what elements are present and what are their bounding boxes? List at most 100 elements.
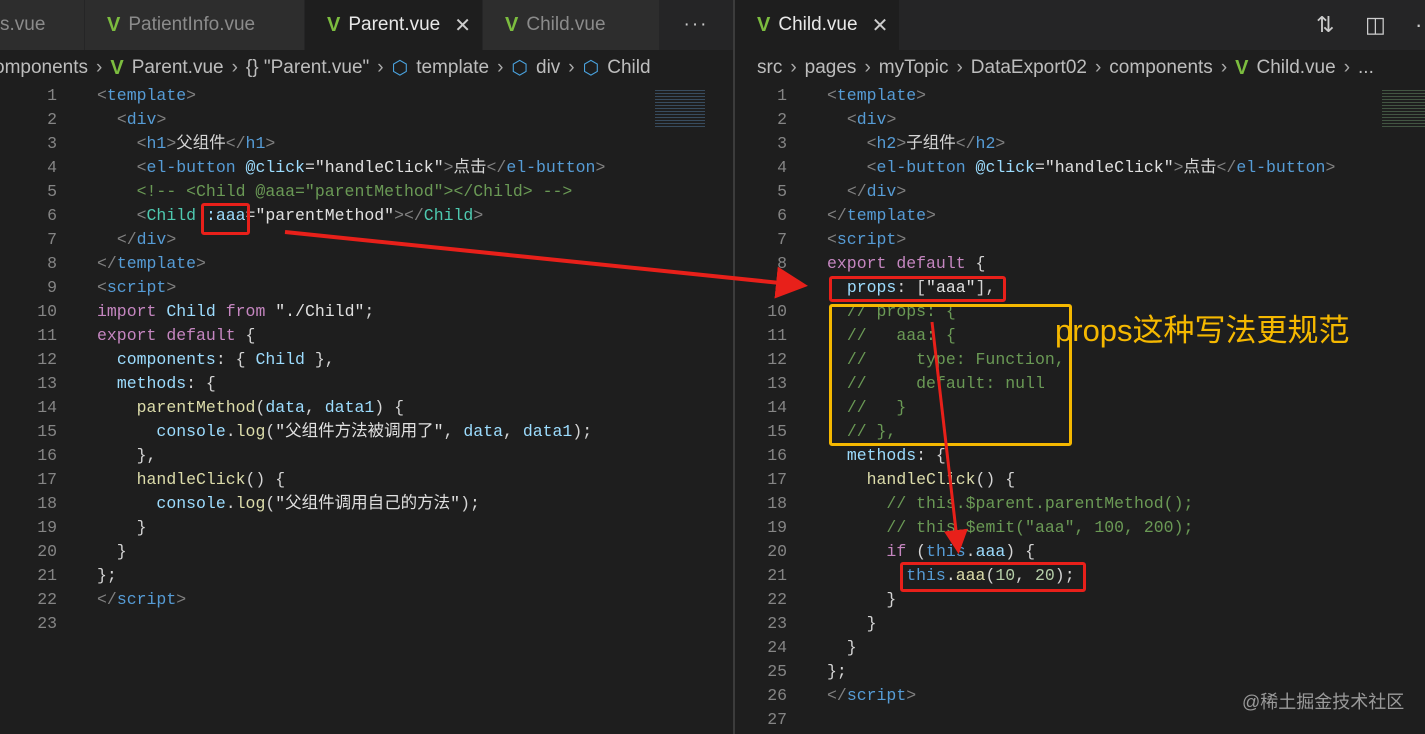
line-number: 1 xyxy=(47,86,57,105)
line-text: <div> xyxy=(97,108,167,132)
line-text: import Child from "./Child"; xyxy=(97,300,374,324)
token: log xyxy=(235,422,266,441)
more-actions-icon[interactable]: ·· xyxy=(1415,12,1425,38)
split-editor-icon[interactable]: ◫ xyxy=(1365,12,1386,38)
token: < xyxy=(846,110,857,129)
token: < xyxy=(827,86,837,105)
line-text: <!-- <Child @aaa="parentMethod"></Child>… xyxy=(97,180,573,204)
code-line: 23 } xyxy=(735,612,1425,636)
tab-child-vue[interactable]: V Child.vue ✕ xyxy=(735,0,900,50)
token: div xyxy=(856,110,887,129)
code-line: 24 } xyxy=(735,636,1425,660)
compare-changes-icon[interactable]: ⇅ xyxy=(1316,12,1334,38)
token: </ xyxy=(116,230,137,249)
token: @click xyxy=(975,158,1035,177)
code-line: 11 export default { xyxy=(0,324,733,348)
token: from xyxy=(225,302,266,321)
token: > xyxy=(896,230,907,249)
line-number: 12 xyxy=(767,350,787,369)
line-number: 3 xyxy=(777,134,787,153)
token: ( xyxy=(265,494,276,513)
line-text: } xyxy=(97,540,127,564)
breadcrumb-item[interactable]: pages xyxy=(805,57,857,79)
line-number: 25 xyxy=(767,662,787,681)
line-number: 22 xyxy=(767,590,787,609)
line-text: handleClick() { xyxy=(827,468,1016,492)
breadcrumb-item[interactable]: src xyxy=(757,57,782,79)
chevron-right-icon: › xyxy=(231,57,238,78)
line-number: 6 xyxy=(47,206,57,225)
close-icon[interactable]: ✕ xyxy=(454,13,471,38)
code-line: 1 <template> xyxy=(0,84,733,108)
breadcrumb-item[interactable]: ... xyxy=(1358,57,1374,79)
token: ></ xyxy=(394,206,424,225)
line-text: <script> xyxy=(97,276,176,300)
breadcrumb: omponents › V Parent.vue › {} "Parent.vue" › ⬡ t… xyxy=(0,50,733,86)
tab-parent-vue[interactable]: V Parent.vue ✕ xyxy=(305,0,483,50)
token: > xyxy=(265,134,276,153)
line-number: 17 xyxy=(37,470,57,489)
code-line: 18 console.log("父组件调用自己的方法"); xyxy=(0,492,733,516)
breadcrumb-item[interactable]: DataExport02 xyxy=(971,57,1087,79)
line-text: <Child :aaa="parentMethod"></Child> xyxy=(97,204,484,228)
token: ) { xyxy=(374,398,404,417)
line-number: 8 xyxy=(47,254,57,273)
minimap[interactable] xyxy=(1382,88,1425,128)
code-line: 5 </div> xyxy=(735,180,1425,204)
token: > xyxy=(595,158,606,177)
component-icon: ⬡ xyxy=(582,57,600,79)
token: > xyxy=(886,110,897,129)
token: "handleClick" xyxy=(1044,158,1174,177)
line-number: 18 xyxy=(37,494,57,513)
line-text: } xyxy=(827,588,896,612)
code-line: 2 <div> xyxy=(0,108,733,132)
token: = xyxy=(1034,158,1045,177)
token: "父组件调用自己的方法" xyxy=(275,494,461,513)
token: < xyxy=(827,230,837,249)
token: { xyxy=(965,254,986,273)
line-text: parentMethod(data, data1) { xyxy=(97,396,404,420)
token: ; xyxy=(364,302,375,321)
code-line: 14 parentMethod(data, data1) { xyxy=(0,396,733,420)
breadcrumb-item[interactable]: Parent.vue xyxy=(132,57,224,79)
chevron-right-icon: › xyxy=(377,57,384,78)
breadcrumb-item[interactable]: myTopic xyxy=(879,57,949,79)
line-number: 9 xyxy=(47,278,57,297)
code-editor[interactable]: 1 <template> 2 <div> 3 <h1>父组件</h1> 4 <el-bu… xyxy=(0,84,733,636)
line-text: } xyxy=(827,612,877,636)
code-line: 1 <template> xyxy=(735,84,1425,108)
token: > xyxy=(896,182,907,201)
breadcrumb-item[interactable]: Child.vue xyxy=(1256,57,1335,79)
line-number: 4 xyxy=(777,158,787,177)
code-line: 18 // this.$parent.parentMethod(); xyxy=(735,492,1425,516)
tab-label: Child.vue xyxy=(526,14,606,35)
token: }, xyxy=(304,350,335,369)
tab-child-vue[interactable]: V Child.vue xyxy=(483,0,660,50)
more-tabs-button[interactable]: ··· xyxy=(660,0,733,50)
breadcrumb-item[interactable]: template xyxy=(416,57,489,79)
token: methods xyxy=(116,374,187,393)
breadcrumb-item[interactable]: Child xyxy=(607,57,650,79)
minimap[interactable] xyxy=(655,88,705,128)
token: > xyxy=(1325,158,1336,177)
tab-patientinfo-vue[interactable]: V PatientInfo.vue xyxy=(85,0,305,50)
token: < xyxy=(97,86,107,105)
token: script xyxy=(846,686,907,705)
tab-s-vue[interactable]: s.vue xyxy=(0,0,85,50)
token: ); xyxy=(460,494,480,513)
vue-file-icon: V xyxy=(505,13,519,36)
token: ( xyxy=(906,542,927,561)
breadcrumb-item[interactable]: {} "Parent.vue" xyxy=(246,57,369,79)
line-text: } xyxy=(827,636,857,660)
breadcrumb-item[interactable]: components xyxy=(1109,57,1213,79)
breadcrumb-item[interactable]: omponents xyxy=(0,57,88,79)
breadcrumb-item[interactable]: div xyxy=(536,57,560,79)
close-icon[interactable]: ✕ xyxy=(872,13,889,38)
